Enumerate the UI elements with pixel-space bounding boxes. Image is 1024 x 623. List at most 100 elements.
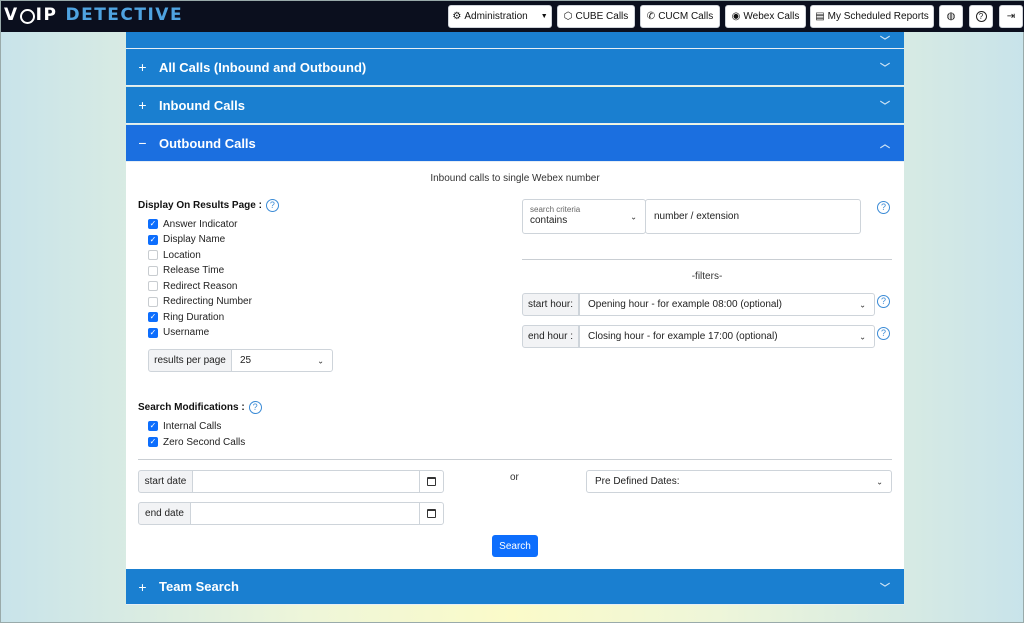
- checkbox-row[interactable]: ✓ Ring Duration: [148, 310, 224, 324]
- chevron-down-icon: ﹀: [880, 101, 890, 113]
- logout-button[interactable]: ⇥: [999, 5, 1023, 28]
- predefined-dates-value: Pre Defined Dates:: [595, 476, 680, 487]
- chevron-down-icon: ﹀: [880, 583, 890, 594]
- checkbox-label: Redirect Reason: [163, 280, 238, 292]
- checkbox-label: Answer Indicator: [163, 218, 238, 230]
- start-hour-label: start hour:: [522, 293, 579, 316]
- checkbox-unchecked[interactable]: [148, 281, 158, 291]
- report-icon: ▤: [815, 10, 825, 22]
- help-icon[interactable]: ?: [877, 327, 890, 340]
- checkbox-unchecked[interactable]: [148, 296, 158, 307]
- administration-label: Administration: [464, 11, 528, 22]
- checkbox-checked[interactable]: ✓: [148, 219, 158, 229]
- cube-calls-button[interactable]: ⬡ CUBE Calls: [557, 5, 635, 28]
- accordion-team-search-title: Team Search: [159, 579, 239, 594]
- logo-ring-icon: [19, 8, 35, 24]
- top-navbar: V IP DETECTIVE ⚙ Administration ▼ ⬡ CUBE…: [1, 1, 1024, 32]
- checkbox-row[interactable]: ✓ Zero Second Calls: [148, 435, 245, 449]
- help-icon[interactable]: ?: [265, 199, 279, 212]
- user-circle-icon: ◍: [946, 10, 956, 22]
- search-criteria-value: contains: [530, 215, 568, 226]
- divider: [522, 259, 892, 260]
- chevron-down-icon: ⌄: [859, 332, 866, 341]
- filters-label: -filters-: [691, 271, 723, 282]
- predefined-dates-select[interactable]: Pre Defined Dates: ⌄: [586, 470, 892, 493]
- checkbox-checked[interactable]: ✓: [148, 421, 158, 431]
- number-extension-input[interactable]: number / extension: [645, 199, 861, 234]
- phone-icon: ✆: [646, 10, 656, 22]
- accordion-outbound-calls[interactable]: − Outbound Calls ︿: [126, 125, 904, 162]
- end-hour-label: end hour :: [522, 325, 579, 348]
- logo-text-detective: DETECTIVE: [65, 5, 184, 25]
- display-options-header: Display On Results Page : ?: [138, 199, 279, 212]
- expand-icon: +: [138, 59, 147, 75]
- chevron-down-icon: ⌄: [630, 212, 637, 221]
- caret-down-icon: ▼: [540, 13, 548, 20]
- gear-icon: ⚙: [452, 10, 462, 22]
- checkbox-row[interactable]: ✓ Username: [148, 326, 209, 340]
- checkbox-row[interactable]: ✓ Internal Calls: [148, 419, 221, 433]
- start-hour-select[interactable]: Opening hour - for example 08:00 (option…: [579, 293, 875, 316]
- scheduled-reports-label: My Scheduled Reports: [827, 11, 929, 22]
- checkbox-label: Display Name: [163, 234, 226, 245]
- webex-icon: ◉: [731, 10, 741, 22]
- accordion-team-search[interactable]: + Team Search ﹀: [126, 569, 904, 605]
- results-per-page-select[interactable]: 25 ⌄: [231, 349, 333, 372]
- search-criteria-select[interactable]: search criteria contains ⌄: [522, 199, 646, 234]
- logo-text-ip: IP: [35, 5, 58, 25]
- checkbox-checked[interactable]: ✓: [148, 312, 158, 322]
- scheduled-reports-button[interactable]: ▤ My Scheduled Reports: [810, 5, 934, 28]
- checkbox-checked[interactable]: ✓: [148, 437, 158, 447]
- collapse-icon: −: [138, 135, 147, 151]
- webex-calls-label: Webex Calls: [743, 11, 800, 22]
- calendar-icon[interactable]: [419, 503, 443, 524]
- help-button[interactable]: ?: [969, 5, 993, 28]
- cucm-calls-button[interactable]: ✆ CUCM Calls: [640, 5, 720, 28]
- help-icon[interactable]: ?: [248, 401, 262, 414]
- display-options-title: Display On Results Page :: [138, 200, 262, 211]
- checkbox-checked[interactable]: ✓: [148, 234, 158, 245]
- chevron-down-icon: ﹀: [880, 63, 890, 75]
- checkbox-checked[interactable]: ✓: [148, 327, 158, 338]
- accordion-all-calls[interactable]: + All Calls (Inbound and Outbound) ﹀: [126, 49, 904, 86]
- help-icon[interactable]: ?: [877, 201, 890, 214]
- checkbox-label: Zero Second Calls: [163, 436, 246, 448]
- outbound-calls-panel: Inbound calls to single Webex number Dis…: [126, 162, 904, 569]
- chevron-down-icon: ⌄: [859, 300, 866, 309]
- accordion-inbound-calls[interactable]: + Inbound Calls ﹀: [126, 87, 904, 124]
- modifications-title: Search Modifications :: [138, 402, 245, 413]
- end-hour-select[interactable]: Closing hour - for example 17:00 (option…: [579, 325, 875, 348]
- accordion-hidden-top[interactable]: ﹀: [126, 32, 904, 49]
- profile-button[interactable]: ◍: [939, 5, 963, 28]
- calendar-icon[interactable]: [419, 471, 443, 492]
- accordion-all-calls-title: All Calls (Inbound and Outbound): [159, 59, 367, 75]
- checkbox-row[interactable]: Redirect Reason: [148, 279, 237, 293]
- logo-text-v: V: [4, 5, 19, 25]
- administration-dropdown[interactable]: ⚙ Administration ▼: [448, 5, 552, 28]
- end-hour-value: Closing hour - for example 17:00 (option…: [588, 331, 778, 342]
- modifications-header: Search Modifications : ?: [138, 401, 262, 414]
- checkbox-row[interactable]: Redirecting Number: [148, 295, 252, 309]
- checkbox-row[interactable]: ✓ Answer Indicator: [148, 217, 237, 231]
- checkbox-label: Location: [163, 249, 201, 261]
- checkbox-unchecked[interactable]: [148, 250, 158, 260]
- end-date-label: end date: [138, 502, 191, 525]
- search-button[interactable]: Search: [492, 535, 538, 557]
- checkbox-row[interactable]: ✓ Display Name: [148, 233, 225, 247]
- logout-icon: ⇥: [1006, 10, 1016, 22]
- expand-icon: +: [138, 97, 147, 113]
- results-per-page-label: results per page: [148, 349, 232, 372]
- app-logo[interactable]: V IP DETECTIVE: [4, 4, 183, 26]
- checkbox-unchecked[interactable]: [148, 265, 158, 276]
- chevron-up-icon: ︿: [880, 139, 890, 151]
- checkbox-row[interactable]: Location: [148, 248, 201, 262]
- webex-calls-button[interactable]: ◉ Webex Calls: [725, 5, 806, 28]
- start-date-input[interactable]: [192, 470, 444, 493]
- accordion-outbound-title: Outbound Calls: [159, 135, 256, 151]
- or-label: or: [510, 472, 519, 483]
- help-icon[interactable]: ?: [877, 295, 890, 308]
- end-date-input[interactable]: [190, 502, 444, 525]
- panel-description: Inbound calls to single Webex number: [430, 173, 600, 184]
- accordion-inbound-title: Inbound Calls: [159, 97, 245, 113]
- checkbox-row[interactable]: Release Time: [148, 264, 224, 278]
